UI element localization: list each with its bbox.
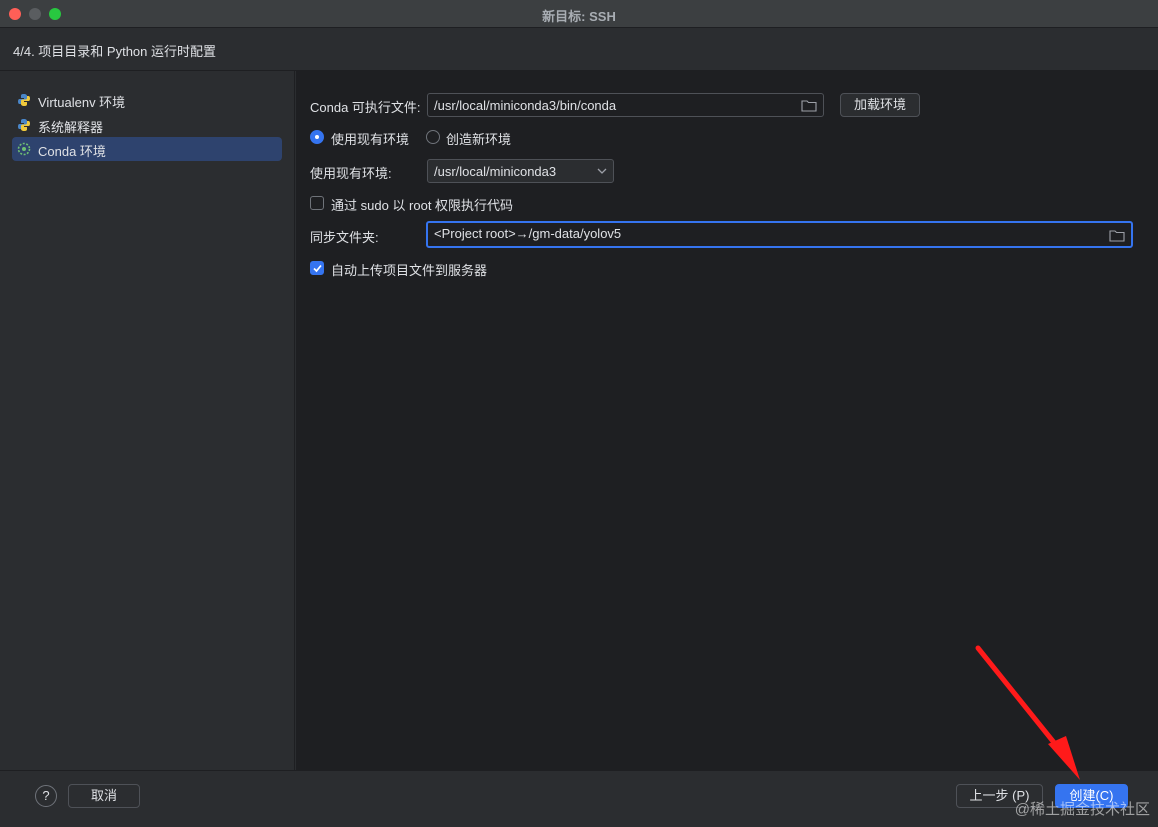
chevron-down-icon — [597, 168, 607, 174]
folder-icon[interactable] — [801, 99, 817, 112]
dialog-window: 新目标: SSH 4/4. 项目目录和 Python 运行时配置 Virtual… — [0, 0, 1158, 827]
conda-exec-label: Conda 可执行文件: — [310, 100, 421, 115]
auto-upload-label[interactable]: 自动上传项目文件到服务器 — [331, 260, 487, 279]
sudo-label[interactable]: 通过 sudo 以 root 权限执行代码 — [331, 195, 513, 214]
radio-use-existing-label[interactable]: 使用现有环境 — [331, 129, 409, 148]
sidebar-item-system-interpreter[interactable]: 系统解释器 — [12, 113, 282, 137]
cancel-button[interactable]: 取消 — [68, 784, 140, 808]
sudo-checkbox[interactable] — [310, 196, 324, 210]
window-title: 新目标: SSH — [542, 9, 616, 24]
checkmark-icon — [313, 264, 322, 273]
radio-create-new-label[interactable]: 创造新环境 — [446, 129, 511, 148]
folder-icon[interactable] — [1109, 229, 1125, 242]
sidebar-item-conda[interactable]: Conda 环境 — [12, 137, 282, 161]
sync-folder-value: <Project root>→/gm-data/yolov5 — [434, 226, 622, 241]
title-bar: 新目标: SSH — [0, 0, 1158, 28]
python-icon — [18, 94, 30, 106]
sidebar-item-label: Conda 环境 — [38, 144, 106, 159]
annotation-arrow-icon — [975, 645, 1080, 780]
conda-exec-value: /usr/local/miniconda3/bin/conda — [434, 98, 617, 113]
auto-upload-checkbox[interactable] — [310, 261, 324, 275]
existing-env-value: /usr/local/miniconda3 — [434, 164, 557, 179]
sidebar-item-virtualenv[interactable]: Virtualenv 环境 — [12, 88, 282, 112]
step-header: 4/4. 项目目录和 Python 运行时配置 — [0, 28, 1158, 71]
python-icon — [18, 119, 30, 131]
existing-env-select[interactable]: /usr/local/miniconda3 — [427, 159, 614, 183]
sidebar: Virtualenv 环境 系统解释器 Conda 环境 — [0, 71, 295, 770]
sync-folder-field[interactable]: <Project root>→/gm-data/yolov5 — [426, 221, 1133, 248]
sidebar-item-label: Virtualenv 环境 — [38, 95, 126, 110]
conda-icon — [17, 142, 31, 156]
existing-env-label: 使用现有环境: — [310, 166, 392, 181]
radio-create-new[interactable] — [426, 130, 440, 144]
watermark: @稀土掘金技术社区 — [1014, 801, 1150, 818]
load-env-button[interactable]: 加载环境 — [840, 93, 920, 117]
conda-exec-field[interactable]: /usr/local/miniconda3/bin/conda — [427, 93, 824, 117]
radio-use-existing[interactable] — [310, 130, 324, 144]
step-title: 4/4. 项目目录和 Python 运行时配置 — [13, 44, 216, 59]
sidebar-item-label: 系统解释器 — [38, 120, 104, 135]
help-button[interactable]: ? — [35, 785, 57, 807]
sync-folder-label: 同步文件夹: — [310, 230, 379, 245]
